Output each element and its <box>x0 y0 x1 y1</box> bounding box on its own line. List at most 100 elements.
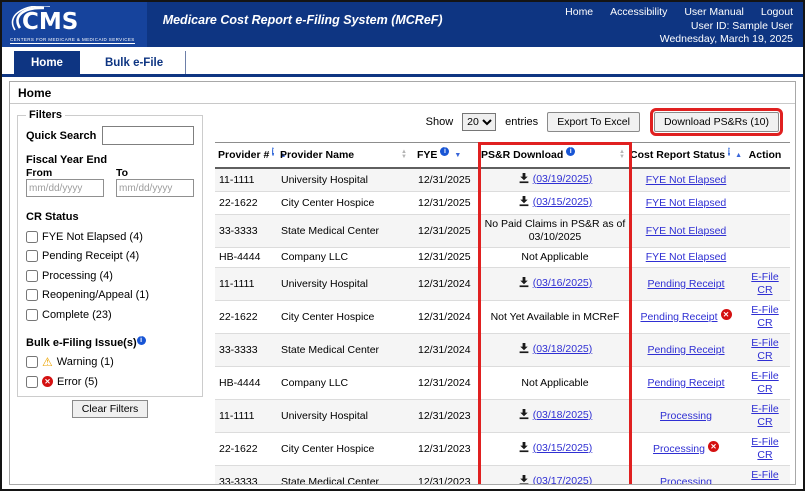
info-icon[interactable]: i <box>728 146 731 156</box>
psr-status-text: No Paid Claims in PS&R as of 03/10/2025 <box>484 218 626 243</box>
e-file-cr-link[interactable]: E-File CR <box>751 469 778 484</box>
content-panel: Home Filters Quick Search Fiscal Year En… <box>9 81 796 485</box>
e-file-cr-link[interactable]: E-File CR <box>751 370 778 395</box>
checkbox-label: FYE Not Elapsed (4) <box>42 230 143 243</box>
psr-download-link[interactable]: (03/16/2025) <box>533 277 593 289</box>
header-user-area: Home Accessibility User Manual Logout User … <box>565 2 803 47</box>
download-icon[interactable] <box>518 474 530 484</box>
col-header-provider[interactable]: Provider # i ▲ <box>215 142 286 169</box>
info-icon[interactable]: i <box>272 146 275 156</box>
fye-cell: 12/31/2025 <box>414 247 478 268</box>
status-link-processing[interactable]: Processing <box>660 410 712 422</box>
download-icon[interactable] <box>518 408 530 424</box>
e-file-cr-link[interactable]: E-File CR <box>751 436 778 461</box>
download-icon[interactable] <box>518 276 530 292</box>
psr-download-link[interactable]: (03/15/2025) <box>533 196 593 208</box>
col-label: FYE <box>417 149 438 161</box>
psr-download-link[interactable]: (03/15/2025) <box>533 442 593 454</box>
e-file-cr-link[interactable]: E-File CR <box>751 271 778 296</box>
psr-status-text: Not Yet Available in MCReF <box>490 310 620 323</box>
psr-download-cell: (03/16/2025) <box>478 267 632 301</box>
status-link-pending-receipt[interactable]: Pending Receipt <box>647 377 724 389</box>
col-header-cost-report-status[interactable]: Cost Report Status i ▲ <box>630 142 742 169</box>
psr-download-link[interactable]: (03/18/2025) <box>533 409 593 421</box>
cr-status-checkbox[interactable] <box>26 250 38 262</box>
bulk-issue-checkbox[interactable] <box>26 356 38 368</box>
cr-status-checkbox[interactable] <box>26 230 38 243</box>
clear-filters-button[interactable]: Clear Filters <box>71 399 149 418</box>
cr-status-checkbox[interactable] <box>26 289 38 301</box>
action-cell: E-File CR <box>740 399 790 433</box>
quick-search-input[interactable] <box>102 126 194 145</box>
provider-name-cell: State Medical Center <box>277 214 414 248</box>
psr-download-cell: (03/17/2025) <box>478 465 632 484</box>
psr-download-cell: (03/18/2025) <box>478 399 632 433</box>
info-icon[interactable]: i <box>566 146 576 156</box>
cr-status-checkbox[interactable] <box>26 308 38 321</box>
entries-select[interactable]: 20 <box>462 113 497 131</box>
psr-download-link[interactable]: (03/17/2025) <box>533 475 593 484</box>
checkbox-label: Warning (1) <box>56 356 114 368</box>
status-link-processing[interactable]: Processing <box>653 443 705 455</box>
psr-download-link[interactable]: (03/18/2025) <box>533 343 593 355</box>
e-file-cr-link[interactable]: E-File CR <box>751 337 778 362</box>
info-icon[interactable]: i <box>136 335 146 345</box>
bulk-issue-checkbox[interactable] <box>26 375 38 388</box>
table-row: HB-4444 Company LLC 12/31/2024 Not Applicab… <box>215 366 790 400</box>
nav-link-logout[interactable]: Logout <box>761 6 793 20</box>
tab-home[interactable]: Home <box>14 51 80 74</box>
status-link-fye-not-elapsed[interactable]: FYE Not Elapsed <box>646 225 727 237</box>
status-link-pending-receipt[interactable]: Pending Receipt <box>640 311 717 323</box>
cost-report-status-cell: FYE Not Elapsed <box>632 247 740 268</box>
status-link-pending-receipt[interactable]: Pending Receipt <box>647 344 724 356</box>
col-label: Cost Report Status <box>630 149 726 161</box>
e-file-cr-link[interactable]: E-File CR <box>751 403 778 428</box>
status-link-fye-not-elapsed[interactable]: FYE Not Elapsed <box>646 174 727 186</box>
action-cell <box>740 168 790 192</box>
fye-from-input[interactable] <box>26 179 104 197</box>
download-icon[interactable] <box>518 195 530 211</box>
col-header-ps-r-download[interactable]: PS&R Download i ▲ ▼ <box>478 142 632 169</box>
psr-download-cell: Not Applicable <box>478 247 632 268</box>
nav-link-user-manual[interactable]: User Manual <box>684 6 744 20</box>
download-icon[interactable] <box>518 342 530 358</box>
status-link-processing[interactable]: Processing <box>660 476 712 485</box>
sort-desc-icon: ▼ <box>454 151 462 159</box>
provider-name-cell: Company LLC <box>277 247 414 268</box>
fye-cell: 12/31/2025 <box>414 191 478 215</box>
e-file-cr-link[interactable]: E-File CR <box>751 304 778 329</box>
download-icon[interactable] <box>518 441 530 457</box>
provider-name-cell: City Center Hospice <box>277 432 414 466</box>
status-link-pending-receipt[interactable]: Pending Receipt <box>647 278 724 290</box>
export-to-excel-button[interactable]: Export To Excel <box>547 112 640 132</box>
download-icon[interactable] <box>518 172 530 188</box>
cost-report-status-cell: FYE Not Elapsed <box>632 191 740 215</box>
tab-bulk-e-file[interactable]: Bulk e-File <box>88 51 187 74</box>
bulk-issue-option-warning-1: ⚠ Warning (1) <box>26 356 194 368</box>
action-cell: E-File CR <box>740 267 790 301</box>
fye-to-input[interactable] <box>116 179 194 197</box>
nav-link-home[interactable]: Home <box>565 6 593 20</box>
col-header-fye[interactable]: FYE i ▼ <box>414 142 478 169</box>
cost-report-status-cell: Processing ✕ <box>632 432 740 466</box>
provider-number-cell: 22-1622 <box>215 432 277 466</box>
psr-download-cell: (03/15/2025) <box>478 432 632 466</box>
provider-name-cell: City Center Hospice <box>277 191 414 215</box>
download-psrs-button[interactable]: Download PS&Rs (10) <box>649 108 784 136</box>
cr-status-checkbox[interactable] <box>26 269 38 282</box>
status-link-fye-not-elapsed[interactable]: FYE Not Elapsed <box>646 197 727 209</box>
checkbox-label: Error (5) <box>57 375 98 388</box>
status-link-fye-not-elapsed[interactable]: FYE Not Elapsed <box>646 251 727 263</box>
info-icon[interactable]: i <box>440 146 450 156</box>
cr-status-option-reopening-appeal-1: Reopening/Appeal (1) <box>26 289 194 301</box>
provider-number-cell: 11-1111 <box>215 267 277 301</box>
provider-number-cell: 11-1111 <box>215 399 277 433</box>
header-nav: Home Accessibility User Manual Logout <box>565 6 793 20</box>
error-icon: ✕ <box>42 376 53 387</box>
table-row: HB-4444 Company LLC 12/31/2025 Not Applicab… <box>215 247 790 268</box>
col-header-provider-name[interactable]: Provider Name ▲ ▼ <box>277 142 414 169</box>
action-cell: E-File CR <box>740 465 790 484</box>
nav-link-accessibility[interactable]: Accessibility <box>610 6 667 20</box>
psr-download-link[interactable]: (03/19/2025) <box>533 173 593 185</box>
cr-status-option-pending-receipt-4: Pending Receipt (4) <box>26 250 194 262</box>
